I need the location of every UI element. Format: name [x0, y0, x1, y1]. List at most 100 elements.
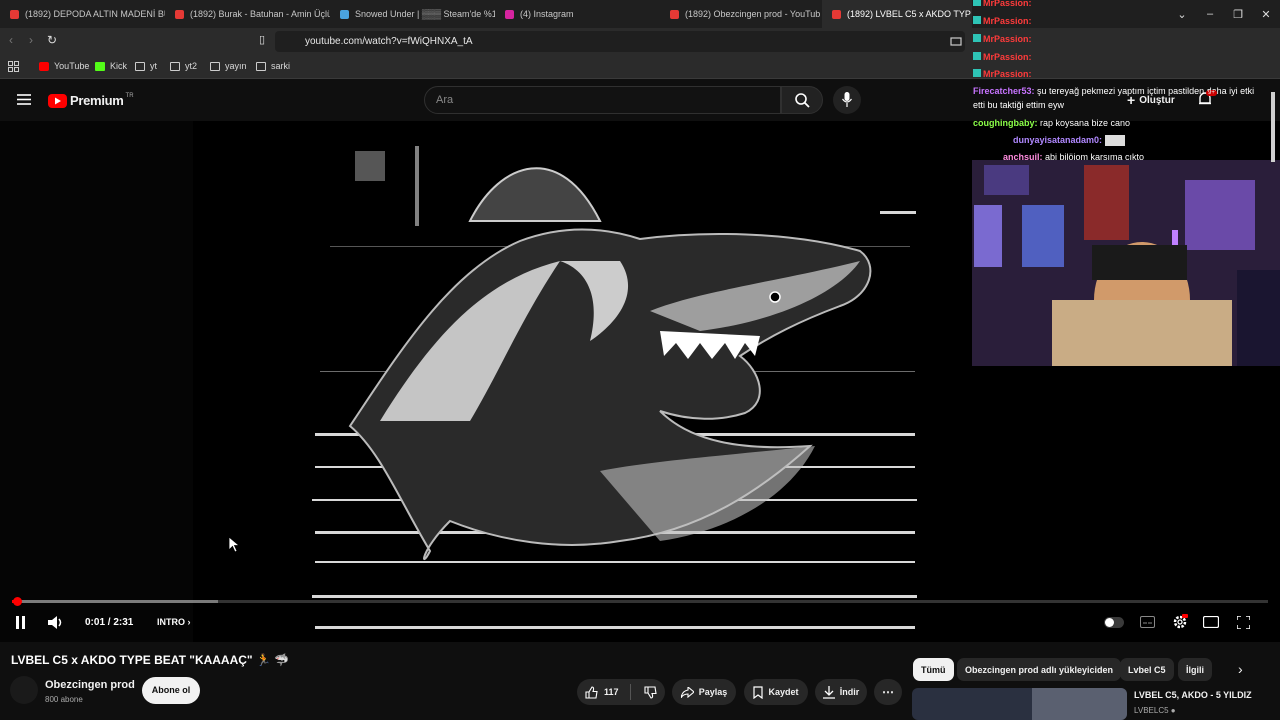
- chips-next-icon[interactable]: ›: [1238, 661, 1243, 677]
- browser-tab[interactable]: (1892) Burak - Batuhan - Amin Üçlü !: [165, 0, 330, 28]
- cast-icon[interactable]: [950, 37, 962, 47]
- chat-badge-icon: [973, 0, 981, 6]
- channel-name[interactable]: Obezcingen prod: [45, 679, 135, 691]
- tab-label: (1892) Obezcingen prod - YouTube: [685, 9, 820, 19]
- chat-badge-icon: [973, 69, 981, 77]
- fullscreen-icon[interactable]: [1237, 616, 1250, 629]
- bookmark-icon[interactable]: ▯: [259, 33, 265, 46]
- recommended-channel-name: LVBELC5: [1134, 706, 1169, 715]
- theater-mode-icon[interactable]: [1203, 616, 1219, 628]
- tab-label: (4) Instagram: [520, 9, 574, 19]
- bookmark-folder[interactable]: yayın: [210, 61, 247, 71]
- bookmark-folder[interactable]: sarki: [256, 61, 290, 71]
- menu-icon[interactable]: [17, 94, 31, 105]
- chat-text: etti bu taktiği ettim eyw: [973, 100, 1065, 110]
- folder-icon: [210, 61, 220, 71]
- url-field[interactable]: youtube.com/watch?v=fWiQHNXA_tA: [275, 31, 965, 52]
- voice-search-button[interactable]: [833, 86, 861, 114]
- search-button[interactable]: [781, 86, 823, 114]
- chip-all[interactable]: Tümü: [913, 658, 954, 681]
- youtube-logo-icon: [48, 93, 67, 108]
- download-button[interactable]: İndir: [815, 679, 867, 705]
- browser-tab-active[interactable]: (1892) LVBEL C5 x AKDO TYP✕: [822, 0, 972, 28]
- bookmark-label: yayın: [225, 61, 247, 71]
- mouse-cursor-icon: [229, 537, 239, 553]
- bookmark-folder[interactable]: yt2: [170, 61, 197, 71]
- settings-gear-icon[interactable]: [1172, 614, 1188, 630]
- subtitles-icon[interactable]: [1140, 616, 1155, 628]
- chapter-button[interactable]: INTRO ›: [157, 617, 191, 627]
- youtube-favicon-icon: [175, 9, 184, 19]
- notifications-button[interactable]: 9+: [1198, 90, 1217, 112]
- microphone-icon: [842, 92, 852, 107]
- pause-icon[interactable]: [15, 616, 26, 629]
- chip-lvbel[interactable]: Lvbel C5: [1120, 658, 1174, 681]
- logo-text: Premium: [70, 93, 124, 108]
- search-input[interactable]: Ara: [424, 86, 781, 114]
- chat-username: Firecatcher53:: [973, 86, 1035, 96]
- youtube-premium-logo[interactable]: Premium TR: [48, 93, 134, 108]
- subscribe-button[interactable]: Abone ol: [142, 677, 200, 704]
- chat-username: coughingbaby:: [973, 118, 1038, 128]
- browser-tab[interactable]: (4) Instagram: [495, 0, 660, 28]
- more-actions-button[interactable]: ⋯: [874, 679, 902, 705]
- progress-bar[interactable]: [12, 597, 1268, 606]
- share-button[interactable]: Paylaş: [672, 679, 736, 705]
- chat-message: coughingbaby: rap koysana bize cano: [973, 117, 1130, 130]
- save-label: Kaydet: [768, 687, 799, 697]
- browser-tab[interactable]: (1892) Obezcingen prod - YouTube: [660, 0, 820, 28]
- steam-favicon-icon: [340, 9, 349, 19]
- youtube-favicon-icon: [670, 9, 679, 19]
- instagram-favicon-icon: [505, 9, 514, 19]
- chat-username: MrPassion:: [983, 69, 1032, 79]
- bookmark-save-icon: [753, 685, 764, 699]
- forward-icon[interactable]: ›: [29, 33, 33, 47]
- create-button[interactable]: + Oluştur: [1127, 92, 1175, 108]
- volume-icon[interactable]: [48, 615, 65, 630]
- autoplay-toggle[interactable]: [1104, 617, 1124, 628]
- verified-icon: ●: [1170, 706, 1176, 715]
- chat-scrollbar[interactable]: [1271, 92, 1275, 162]
- bookmark-kick[interactable]: Kick: [95, 61, 127, 71]
- chip-from-uploader[interactable]: Obezcingen prod adlı yükleyiciden: [957, 658, 1122, 681]
- search-placeholder: Ara: [436, 94, 454, 106]
- folder-icon: [135, 61, 145, 71]
- bookmark-youtube[interactable]: YouTube: [39, 61, 89, 71]
- chat-message: dunyayisatanadam0:: [973, 134, 1126, 147]
- share-icon: [680, 686, 694, 698]
- video-title: LVBEL C5 x AKDO TYPE BEAT "KAAAAÇ" 🏃 🦈: [11, 653, 290, 667]
- search-icon: [795, 93, 810, 108]
- chat-emote-icon: [1105, 135, 1126, 147]
- chapter-label: INTRO: [157, 617, 185, 627]
- recommended-channel[interactable]: LVBELC5 ●: [1134, 706, 1176, 715]
- recommended-title[interactable]: LVBEL C5, AKDO - 5 YILDIZ: [1134, 690, 1252, 700]
- thumbs-down-icon[interactable]: [643, 685, 657, 699]
- recommended-thumbnail[interactable]: [912, 688, 1127, 720]
- tab-label: Snowed Under | ▒▒▒ Steam'de %10: [355, 9, 495, 19]
- browser-tab[interactable]: (1892) DEPODA ALTIN MADENİ BULD: [0, 0, 165, 28]
- browser-tab[interactable]: Snowed Under | ▒▒▒ Steam'de %10: [330, 0, 495, 28]
- bookmark-label: YouTube: [54, 61, 90, 71]
- bookmark-folder[interactable]: yt: [135, 61, 157, 71]
- save-button[interactable]: Kaydet: [744, 679, 808, 705]
- tab-label: (1892) DEPODA ALTIN MADENİ BULD: [25, 9, 165, 19]
- scrubber-handle[interactable]: [13, 597, 22, 606]
- bookmark-label: Kick: [110, 61, 128, 71]
- kick-icon: [95, 61, 105, 71]
- chat-username: MrPassion:: [983, 34, 1032, 44]
- youtube-favicon-icon: [10, 9, 19, 19]
- time-display: 0:01 / 2:31: [85, 617, 134, 628]
- url-text: youtube.com/watch?v=fWiQHNXA_tA: [305, 36, 473, 47]
- toggle-knob: [1105, 618, 1114, 627]
- thumbnail-image: [1032, 688, 1127, 720]
- chat-message: MrPassion:: [973, 68, 1032, 81]
- back-icon[interactable]: ‹: [9, 33, 13, 47]
- chip-related[interactable]: İlgili: [1178, 658, 1212, 681]
- reload-icon[interactable]: ↻: [47, 33, 57, 47]
- apps-grid-icon[interactable]: [8, 61, 19, 72]
- bookmark-label: sarki: [271, 61, 291, 71]
- chat-message: MrPassion:: [973, 0, 1032, 10]
- channel-avatar[interactable]: [10, 676, 38, 704]
- chat-username: dunyayisatanadam0:: [1013, 135, 1103, 145]
- like-button[interactable]: 117: [585, 685, 619, 699]
